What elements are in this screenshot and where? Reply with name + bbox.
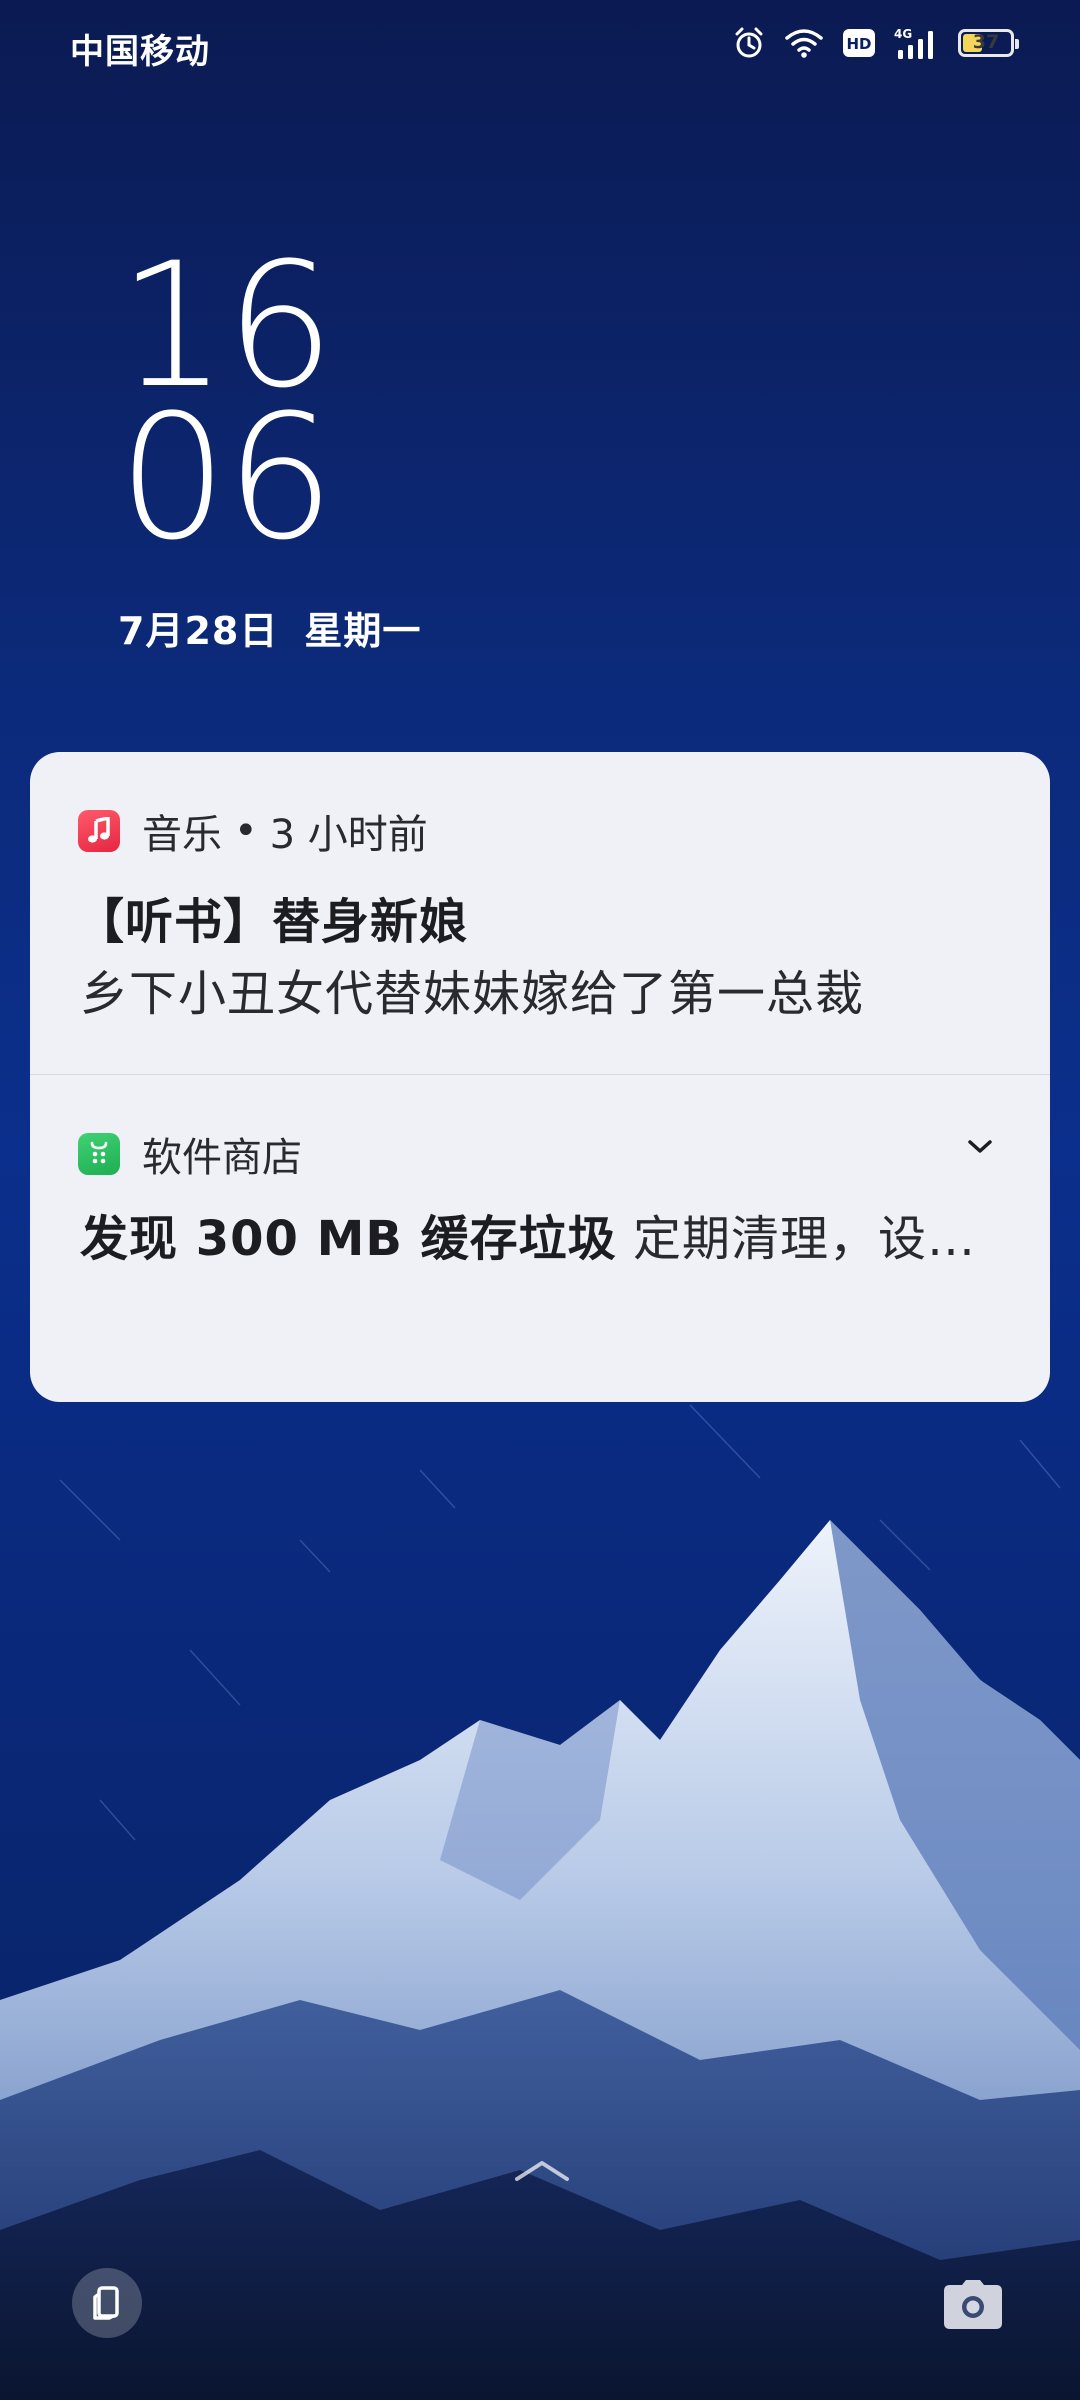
notification-time: 3 小时前 [269,812,428,858]
wifi-icon [785,29,823,58]
lock-clock: 16 06 [118,240,335,578]
camera-shortcut-button[interactable] [938,2270,1008,2340]
music-notification[interactable]: 音乐 • 3 小时前 【听书】替身新娘 乡下小丑女代替妹妹嫁给了第一总裁 [30,752,1050,1074]
device-clone-button[interactable] [72,2268,142,2338]
notification-body: 发现 300 MB 缓存垃圾 定期清理，设… [80,1199,976,1269]
app-store-icon [78,1133,120,1175]
battery-level: 37 [972,31,1000,53]
alarm-icon [735,27,763,58]
4g-signal-icon: 4G [894,27,933,59]
battery-icon: 37 [958,29,1019,57]
notification-body-rest: 定期清理，设… [616,1211,976,1267]
status-bar: 中国移动 HD 4G 37 [0,0,1080,96]
battery-cap [1015,39,1019,49]
network-label: 4G [894,27,912,41]
hd-label: HD [846,35,871,53]
notification-header: 软件商店 [78,1125,302,1183]
app-store-notification[interactable]: 软件商店 发现 300 MB 缓存垃圾 定期清理，设… [30,1075,1050,1402]
hd-icon: HD [843,29,875,57]
notification-header: 音乐 • 3 小时前 [78,802,428,860]
device-clone-icon [93,2286,119,2320]
status-icons: HD 4G 37 [732,26,1019,60]
clock-minute: 06 [118,377,335,578]
weekday-text: 星期一 [304,609,422,653]
notification-body-bold: 发现 300 MB 缓存垃圾 [80,1211,617,1267]
notification-title: 【听书】替身新娘 [76,894,469,950]
music-note-icon [78,810,120,852]
expand-notification-button[interactable] [960,1127,1000,1167]
carrier-name: 中国移动 [70,32,210,72]
app-name: 音乐 [142,812,222,858]
app-name: 软件商店 [142,1135,302,1181]
lock-screen: 中国移动 HD 4G 37 16 06 7月28日 星期一 音乐 • 3 小时前… [0,0,1080,2400]
date-text: 7月28日 [118,609,279,653]
swipe-up-chevron-icon [515,2161,569,2181]
notification-body: 乡下小丑女代替妹妹嫁给了第一总裁 [80,966,865,1022]
notification-card: 音乐 • 3 小时前 【听书】替身新娘 乡下小丑女代替妹妹嫁给了第一总裁 软件商… [30,752,1050,1402]
date-line: 7月28日 星期一 [118,600,421,655]
camera-icon [944,2280,1002,2329]
separator: • [234,808,258,854]
chevron-down-icon [968,1140,992,1153]
